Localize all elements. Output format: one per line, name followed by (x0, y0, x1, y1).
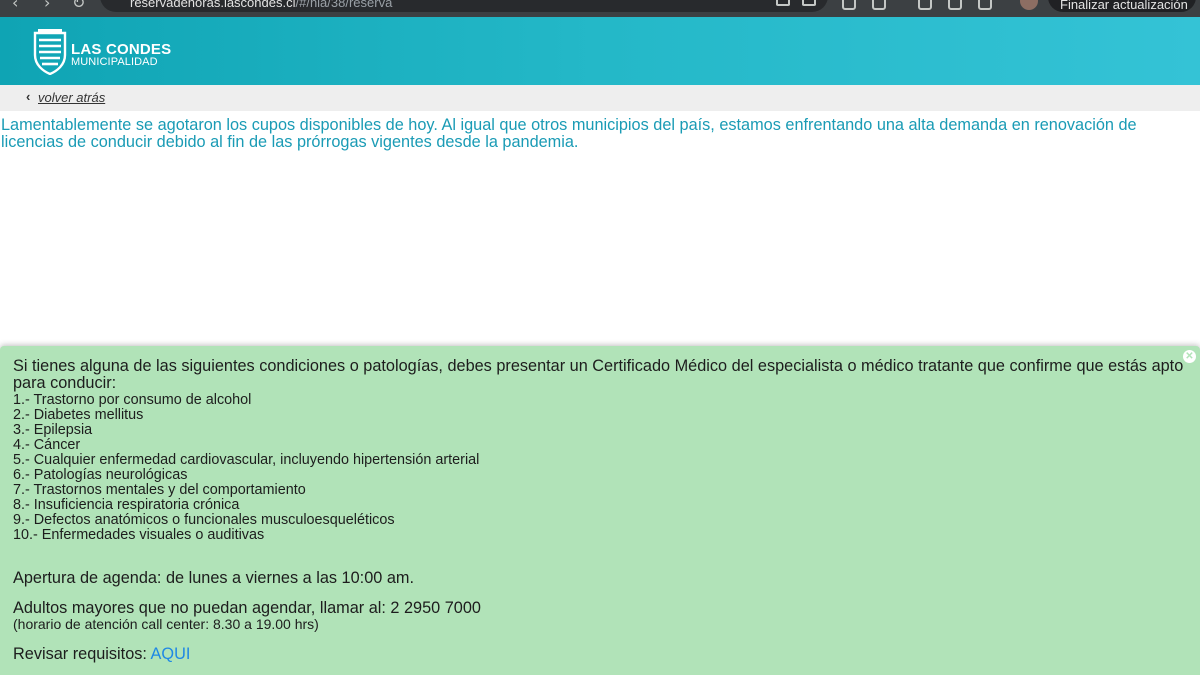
list-item: 3.- Epilepsia (13, 422, 93, 438)
reload-icon[interactable]: ↻ (72, 0, 85, 12)
url-host: reservadehoras.lascondes.cl (130, 0, 296, 10)
list-item: 8.- Insuficiencia respiratoria crónica (13, 497, 240, 513)
agenda-opening-text: Apertura de agenda: de lunes a viernes a… (13, 569, 414, 587)
back-arrow-icon[interactable]: ‹ (12, 0, 18, 12)
logo-subtitle: MUNICIPALIDAD (71, 56, 158, 68)
medical-certificate-panel: ✕ Si tienes alguna de las siguientes con… (0, 346, 1200, 675)
translate-icon[interactable] (776, 0, 790, 6)
downloads-icon[interactable] (872, 0, 886, 10)
list-item: 5.- Cualquier enfermedad cardiovascular,… (13, 452, 480, 468)
list-item: 4.- Cáncer (13, 437, 81, 453)
browser-toolbar: ‹ › ↻ reservadehoras.lascondes.cl/#/nla/… (0, 0, 1200, 17)
list-item: 1.- Trastorno por consumo de alcohol (13, 392, 252, 408)
chevron-left-icon[interactable]: ‹ (26, 89, 30, 104)
url-path: /#/nla/38/reserva (295, 0, 393, 10)
list-item: 10.- Enfermedades visuales o auditivas (13, 527, 265, 543)
requirements-link[interactable]: AQUI (151, 645, 191, 663)
requirements-label: Revisar requisitos: (13, 645, 147, 663)
site-header: LAS CONDES MUNICIPALIDAD (0, 17, 1200, 85)
quota-exhausted-notice: Lamentablemente se agotaron los cupos di… (1, 116, 1137, 151)
las-condes-logo[interactable]: LAS CONDES MUNICIPALIDAD (33, 27, 173, 77)
call-center-hours: (horario de atención call center: 8.30 a… (13, 616, 319, 632)
update-browser-button[interactable]: Finalizar actualización (1048, 0, 1196, 12)
seniors-call-text: Adultos mayores que no puedan agendar, l… (13, 599, 481, 617)
list-item: 2.- Diabetes mellitus (13, 407, 144, 423)
conditions-list: 1.- Trastorno por consumo de alcohol 2.-… (13, 393, 479, 543)
shield-icon (33, 29, 67, 75)
list-item: 6.- Patologías neurológicas (13, 467, 188, 483)
list-item: 7.- Trastornos mentales y del comportami… (13, 482, 306, 498)
address-url[interactable]: reservadehoras.lascondes.cl/#/nla/38/res… (130, 0, 392, 10)
forward-arrow-icon[interactable]: › (44, 0, 50, 12)
requirements-line: Revisar requisitos: AQUI (13, 645, 190, 663)
list-item: 9.- Defectos anatómicos o funcionales mu… (13, 512, 395, 528)
screenshot-icon[interactable] (948, 0, 962, 10)
back-nav-bar: ‹ volver atrás (0, 85, 1200, 111)
address-bar[interactable]: reservadehoras.lascondes.cl/#/nla/38/res… (100, 0, 828, 12)
link-icon[interactable] (918, 0, 932, 10)
panel-intro: Si tienes alguna de las siguientes condi… (13, 357, 1184, 392)
apps-icon[interactable] (978, 0, 992, 10)
back-link[interactable]: volver atrás (38, 90, 105, 105)
extension-icon[interactable] (842, 0, 856, 10)
profile-avatar[interactable] (1020, 0, 1038, 10)
bookmark-star-icon[interactable] (802, 0, 816, 6)
